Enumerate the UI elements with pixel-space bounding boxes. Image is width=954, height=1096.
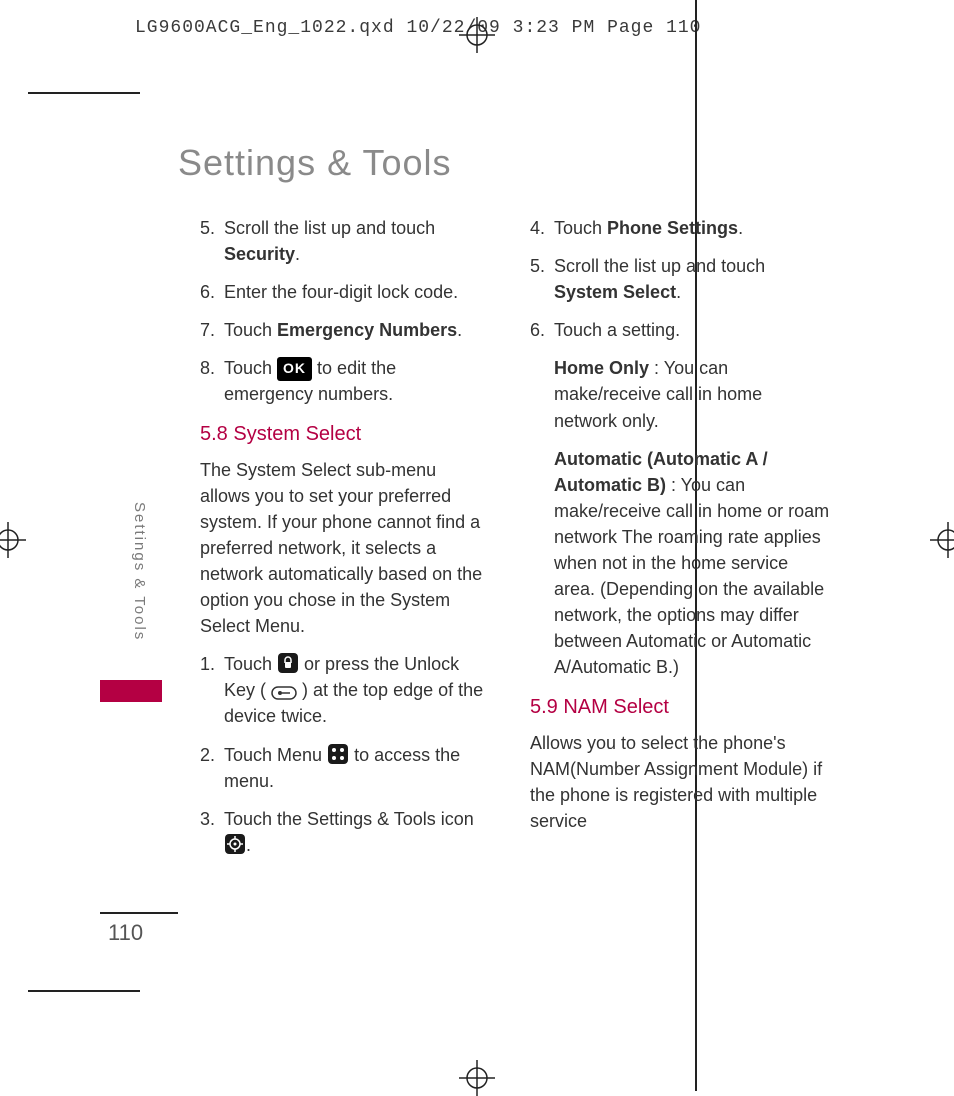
section-heading: 5.8 System Select	[200, 420, 490, 449]
bold-term: System Select	[554, 282, 676, 302]
step-number: 6.	[200, 279, 224, 305]
content-columns: 5. Scroll the list up and touch Security…	[200, 215, 830, 870]
bold-term: Security	[224, 244, 295, 264]
lock-home-icon	[277, 652, 299, 674]
list-item: 6. Touch a setting.	[530, 317, 830, 343]
text: Touch	[224, 654, 277, 674]
list-item: 5. Scroll the list up and touch System S…	[530, 253, 830, 305]
text: .	[676, 282, 681, 302]
crop-rule-top	[28, 92, 140, 94]
step-text: Enter the four-digit lock code.	[224, 279, 490, 305]
step-text: Touch Emergency Numbers.	[224, 317, 490, 343]
text: Scroll the list up and touch	[224, 218, 435, 238]
step-text: Touch a setting.	[554, 317, 830, 343]
text: .	[457, 320, 462, 340]
step-text: Touch the Settings & Tools icon .	[224, 806, 490, 858]
step-number: 6.	[530, 317, 554, 343]
step-number: 3.	[200, 806, 224, 858]
section-heading: 5.9 NAM Select	[530, 693, 830, 722]
unlock-key-icon	[271, 686, 297, 700]
text: Scroll the list up and touch	[554, 256, 765, 276]
bold-term: Emergency Numbers	[277, 320, 457, 340]
text: Touch Menu	[224, 745, 327, 765]
list-item: 2. Touch Menu to access the menu.	[200, 742, 490, 794]
registration-mark-icon	[0, 522, 26, 558]
list-item: 3. Touch the Settings & Tools icon .	[200, 806, 490, 858]
list-item: 8. Touch OK to edit the emergency number…	[200, 355, 490, 407]
column-left: 5. Scroll the list up and touch Security…	[200, 215, 490, 870]
list-item: 7. Touch Emergency Numbers.	[200, 317, 490, 343]
option-name: Home Only	[554, 358, 649, 378]
step-number: 2.	[200, 742, 224, 794]
step-text: Scroll the list up and touch System Sele…	[554, 253, 830, 305]
section-tab-accent	[100, 680, 162, 702]
step-text: Scroll the list up and touch Security.	[224, 215, 490, 267]
text: .	[738, 218, 743, 238]
list-item: 5. Scroll the list up and touch Security…	[200, 215, 490, 267]
option-text: : You can make/receive call in home or r…	[554, 475, 829, 678]
step-number: 4.	[530, 215, 554, 241]
list-item: 6. Enter the four-digit lock code.	[200, 279, 490, 305]
paragraph: Allows you to select the phone's NAM(Num…	[530, 730, 830, 834]
list-item: 1. Touch or press the Unlock Key ( ) at …	[200, 651, 490, 729]
step-text: Touch Phone Settings.	[554, 215, 830, 241]
step-text: Touch Menu to access the menu.	[224, 742, 490, 794]
menu-grid-icon	[327, 743, 349, 765]
step-number: 5.	[200, 215, 224, 267]
registration-mark-icon	[459, 17, 495, 53]
ok-key-icon: OK	[277, 357, 312, 380]
print-job-header: LG9600ACG_Eng_1022.qxd 10/22/09 3:23 PM …	[135, 18, 701, 38]
settings-gear-icon	[224, 833, 246, 855]
column-right: 4. Touch Phone Settings. 5. Scroll the l…	[530, 215, 830, 870]
step-number: 5.	[530, 253, 554, 305]
list-item: 4. Touch Phone Settings.	[530, 215, 830, 241]
registration-mark-icon	[930, 522, 954, 558]
option-description: Automatic (Automatic A / Automatic B) : …	[554, 446, 830, 681]
text: Touch	[554, 218, 607, 238]
text: .	[295, 244, 300, 264]
step-text: Touch OK to edit the emergency numbers.	[224, 355, 490, 407]
footer-rule	[100, 912, 178, 914]
step-number: 7.	[200, 317, 224, 343]
step-text: Touch or press the Unlock Key ( ) at the…	[224, 651, 490, 729]
text: Touch the Settings & Tools icon	[224, 809, 474, 829]
section-tab-label: Settings & Tools	[128, 502, 148, 672]
crop-rule-bottom	[28, 990, 140, 992]
page-number: 110	[108, 920, 143, 946]
page-title: Settings & Tools	[178, 142, 451, 184]
option-description: Home Only : You can make/receive call in…	[554, 355, 830, 433]
text: Touch	[224, 358, 277, 378]
paragraph: The System Select sub-menu allows you to…	[200, 457, 490, 640]
bold-term: Phone Settings	[607, 218, 738, 238]
text: .	[246, 835, 251, 855]
step-number: 8.	[200, 355, 224, 407]
step-number: 1.	[200, 651, 224, 729]
text: Touch	[224, 320, 277, 340]
